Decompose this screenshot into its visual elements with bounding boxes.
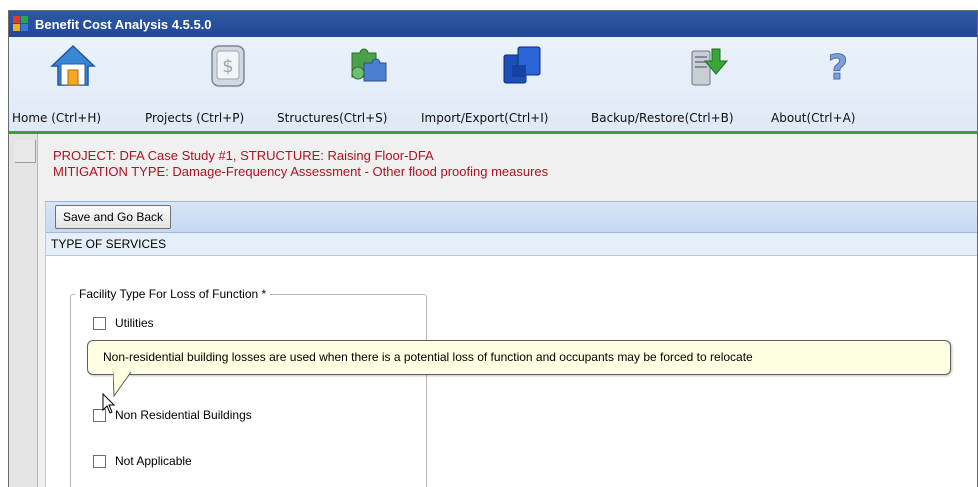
option-non-residential[interactable]: Non Residential Buildings xyxy=(93,408,252,422)
import-export-label: Import/Export(Ctrl+I) xyxy=(421,111,549,125)
backup-restore-button[interactable]: Backup/Restore(Ctrl+B) xyxy=(587,37,767,131)
not-applicable-checkbox[interactable] xyxy=(93,454,106,468)
project-info: PROJECT: DFA Case Study #1, STRUCTURE: R… xyxy=(53,148,548,180)
structures-label: Structures(Ctrl+S) xyxy=(277,111,388,125)
projects-icon: $ xyxy=(211,45,245,87)
window-title: Benefit Cost Analysis 4.5.5.0 xyxy=(35,16,212,32)
tooltip-tail xyxy=(113,372,132,398)
svg-text:$: $ xyxy=(222,56,233,77)
utilities-checkbox[interactable] xyxy=(93,316,106,330)
facility-type-legend: Facility Type For Loss of Function * xyxy=(75,287,271,301)
structures-button[interactable]: Structures(Ctrl+S) xyxy=(277,37,419,131)
home-label: Home (Ctrl+H) xyxy=(12,111,102,125)
option-utilities[interactable]: Utilities xyxy=(93,316,154,330)
action-bar: Save and Go Back xyxy=(46,201,977,233)
project-line: PROJECT: DFA Case Study #1, STRUCTURE: R… xyxy=(53,148,434,163)
backup-restore-label: Backup/Restore(Ctrl+B) xyxy=(591,111,734,125)
import-export-icon xyxy=(503,46,541,84)
structures-icon xyxy=(351,48,387,82)
projects-label: Projects (Ctrl+P) xyxy=(145,111,245,125)
projects-button[interactable]: $ Projects (Ctrl+P) xyxy=(137,37,277,131)
import-export-button[interactable]: Import/Export(Ctrl+I) xyxy=(419,37,587,131)
section-header: TYPE OF SERVICES xyxy=(46,233,977,256)
left-row-header xyxy=(9,134,38,487)
mitigation-line: MITIGATION TYPE: Damage-Frequency Assess… xyxy=(53,164,549,179)
main-toolbar: Home (Ctrl+H) $ Projects (Ctrl+P) Struct… xyxy=(9,37,977,134)
utilities-label: Utilities xyxy=(115,316,154,330)
option-not-applicable[interactable]: Not Applicable xyxy=(93,454,192,468)
about-icon: ? xyxy=(828,48,849,89)
svg-text:?: ? xyxy=(828,48,848,88)
not-applicable-label: Not Applicable xyxy=(115,454,192,468)
save-and-go-back-button[interactable]: Save and Go Back xyxy=(55,205,172,229)
app-window: Benefit Cost Analysis 4.5.5.0 Home (Ctrl… xyxy=(8,10,978,487)
non-residential-label: Non Residential Buildings xyxy=(115,408,252,422)
about-label: About(Ctrl+A) xyxy=(771,111,856,125)
tooltip-text: Non-residential building losses are used… xyxy=(103,350,753,364)
mouse-pointer-icon xyxy=(102,393,116,414)
about-button[interactable]: ? About(Ctrl+A) xyxy=(767,37,877,131)
home-button[interactable]: Home (Ctrl+H) xyxy=(9,37,137,131)
title-bar: Benefit Cost Analysis 4.5.5.0 xyxy=(9,11,977,37)
app-icon xyxy=(13,16,29,32)
tooltip: Non-residential building losses are used… xyxy=(87,340,951,375)
row-header-cell[interactable] xyxy=(15,140,36,163)
backup-restore-icon xyxy=(691,48,729,86)
home-icon xyxy=(50,44,96,86)
section-title: TYPE OF SERVICES xyxy=(51,237,167,251)
